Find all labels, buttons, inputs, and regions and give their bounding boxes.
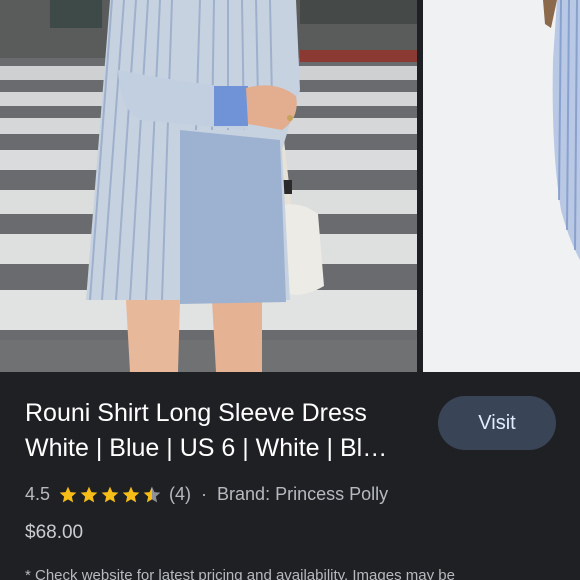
separator-dot: · [201,484,208,504]
star-icon [122,486,140,502]
star-half-icon [143,486,161,502]
product-meta-row: 4.5 (4) · Brand: Princess Polly [25,484,388,505]
image-gallery[interactable] [0,0,580,372]
rating-value: 4.5 [25,484,51,504]
product-price: $68.00 [25,522,84,543]
star-icon [80,486,98,502]
star-icon [59,486,77,502]
product-title-line-2: White | Blue | US 6 | White | Bl… [25,434,388,462]
product-info-panel: Rouni Shirt Long Sleeve Dress White | Bl… [0,372,580,580]
rating-stars [58,485,163,505]
disclaimer-text: * Check website for latest pricing and a… [25,567,455,580]
product-photo-secondary[interactable] [423,0,580,372]
brand-label: Brand: Princess Polly [217,484,389,504]
product-title-line-1: Rouni Shirt Long Sleeve Dress [25,399,367,427]
product-photo-main[interactable] [0,0,417,372]
star-icon [101,486,119,502]
product-photo [0,0,417,372]
review-count[interactable]: (4) [169,484,191,505]
product-title[interactable]: Rouni Shirt Long Sleeve Dress White | Bl… [25,396,425,466]
visit-button[interactable]: Visit [438,396,556,450]
product-photo-side [423,0,580,372]
